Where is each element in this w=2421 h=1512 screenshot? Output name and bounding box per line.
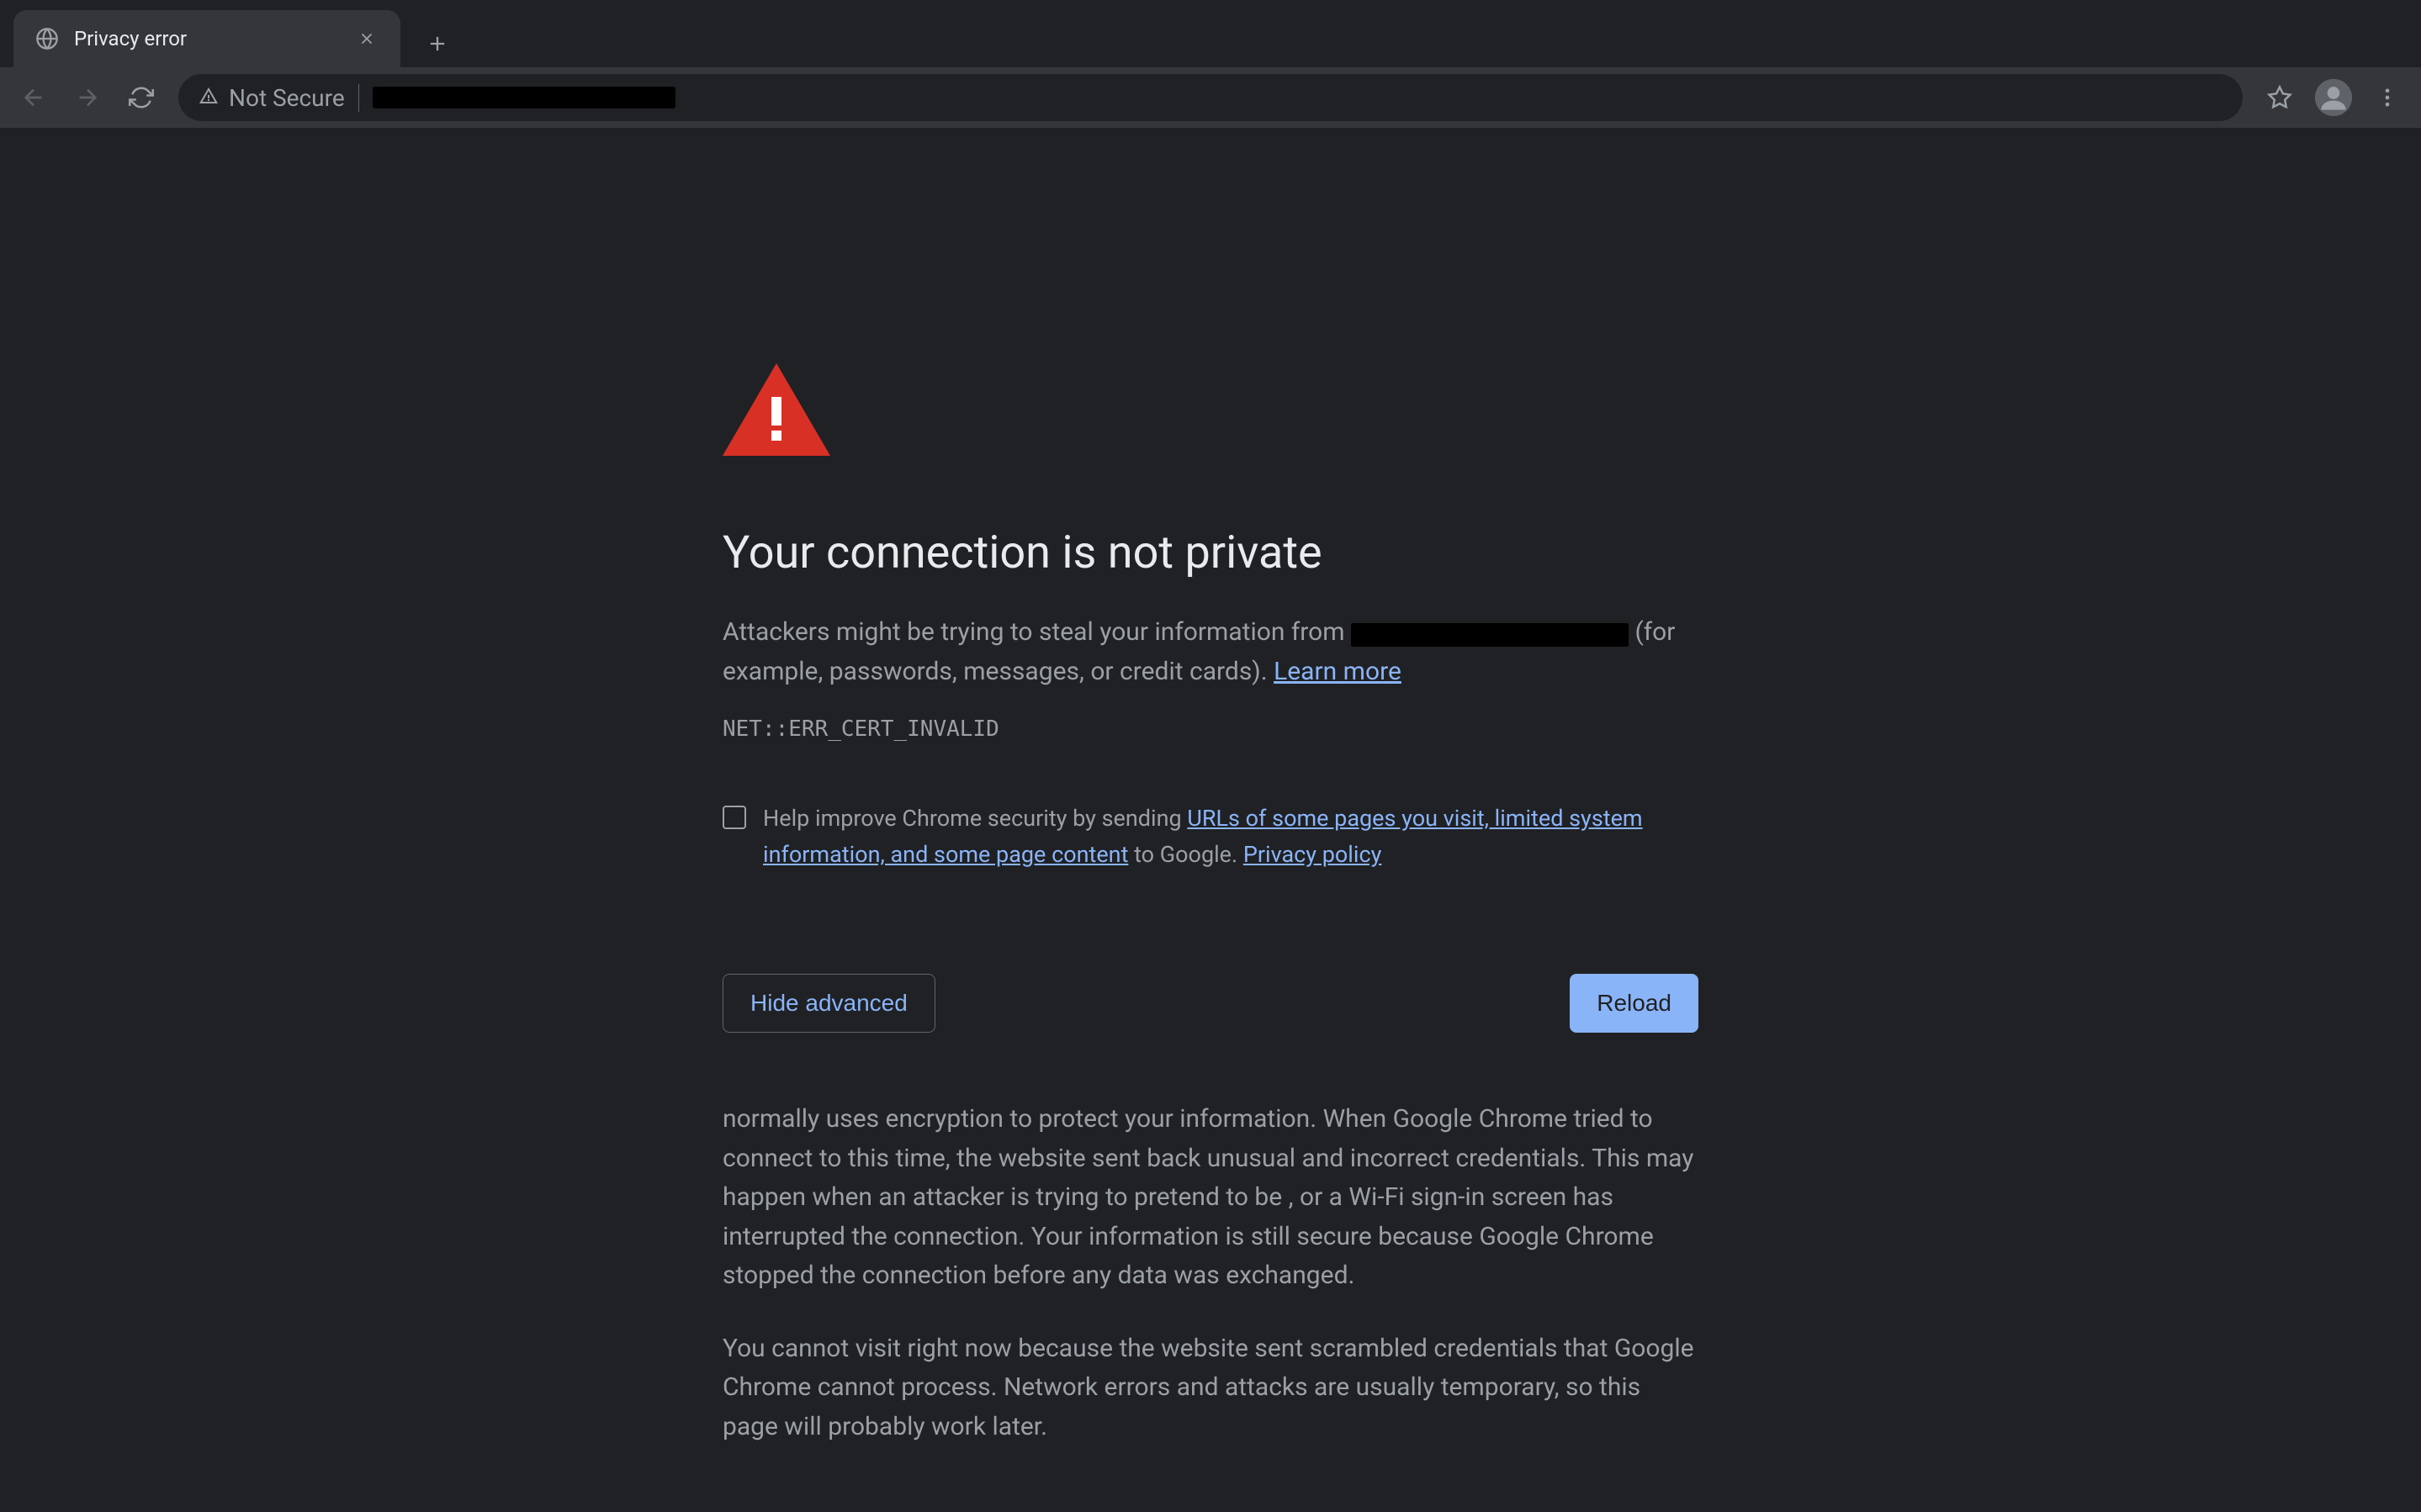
opt-in-mid: to Google. [1128,841,1242,868]
body-prefix: Attackers might be trying to steal your … [723,617,1351,647]
reload-button[interactable] [118,74,165,121]
redacted-host [1351,623,1629,647]
back-button[interactable] [10,74,57,121]
close-tab-button[interactable] [353,25,380,52]
button-row: Hide advanced Reload [723,974,1698,1033]
bookmark-button[interactable] [2256,74,2303,121]
menu-button[interactable] [2364,74,2411,121]
opt-in-checkbox[interactable] [723,806,746,829]
tab-title: Privacy error [74,27,353,50]
security-interstitial: Your connection is not private Attackers… [723,363,1698,1480]
learn-more-link[interactable]: Learn more [1274,657,1401,686]
url-text-redacted [373,87,675,108]
security-label: Not Secure [229,84,345,112]
advanced-paragraph-1: normally uses encryption to protect your… [723,1100,1698,1296]
privacy-policy-link[interactable]: Privacy policy [1243,841,1382,868]
opt-in-prefix: Help improve Chrome security by sending [763,805,1187,832]
browser-toolbar: Not Secure [0,67,2421,128]
tab-bar: Privacy error [0,0,2421,67]
error-code: NET::ERR_CERT_INVALID [723,716,1698,742]
address-bar[interactable]: Not Secure [178,74,2243,121]
opt-in-text: Help improve Chrome security by sending … [763,801,1698,873]
large-warning-icon [723,363,1698,459]
advanced-paragraph-2: You cannot visit right now because the w… [723,1330,1698,1447]
adv-p2-a: You cannot visit [723,1334,908,1363]
forward-button[interactable] [64,74,111,121]
security-indicator[interactable]: Not Secure [199,84,359,112]
page-content: Your connection is not private Attackers… [0,128,2421,1480]
globe-icon [34,25,61,52]
avatar-icon [2315,79,2352,116]
warning-body: Attackers might be trying to steal your … [723,613,1698,691]
opt-in-section: Help improve Chrome security by sending … [723,801,1698,873]
browser-tab[interactable]: Privacy error [13,10,400,67]
reload-page-button[interactable]: Reload [1570,974,1698,1033]
warning-triangle-icon [199,86,219,109]
hide-advanced-button[interactable]: Hide advanced [723,974,935,1033]
profile-button[interactable] [2310,74,2357,121]
page-title: Your connection is not private [723,526,1698,579]
new-tab-button[interactable] [414,20,461,67]
